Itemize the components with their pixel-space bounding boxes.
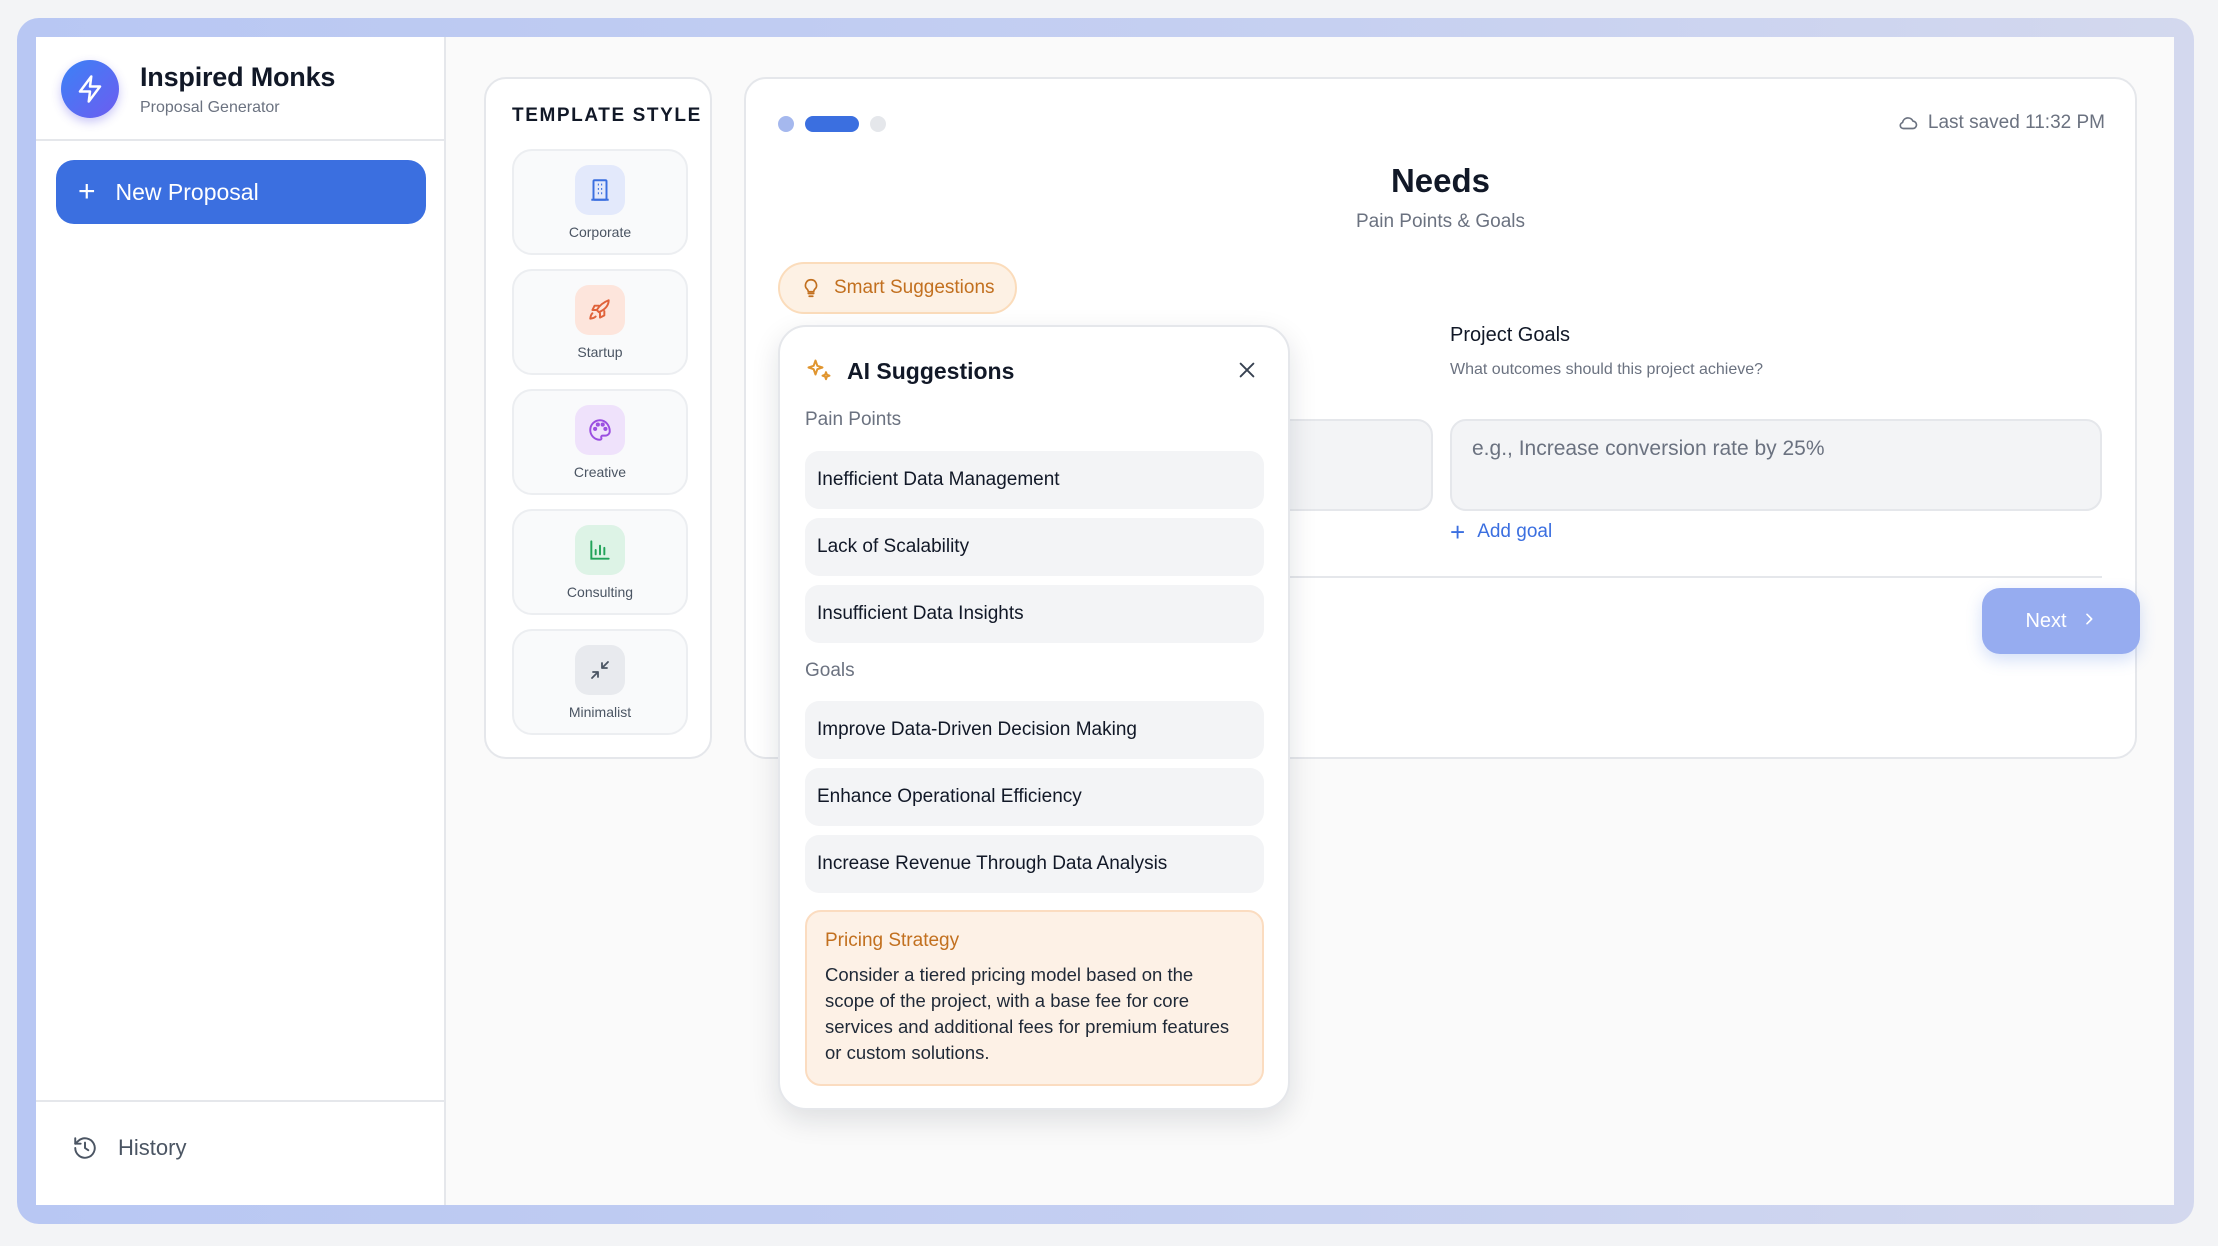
last-saved: Last saved 11:32 PM [1897, 112, 2105, 134]
suggestion-item[interactable]: Increase Revenue Through Data Analysis [805, 835, 1264, 893]
plus-icon: + [1450, 517, 1466, 547]
plus-icon: + [78, 175, 96, 208]
suggestion-item[interactable]: Enhance Operational Efficiency [805, 768, 1264, 826]
add-goal-label: Add goal [1477, 521, 1553, 542]
history-button[interactable]: History [72, 1135, 186, 1161]
rocket-icon [575, 285, 625, 335]
suggestion-item[interactable]: Insufficient Data Insights [805, 585, 1264, 643]
project-goals-help: What outcomes should this project achiev… [1450, 361, 1764, 378]
brand-subtitle: Proposal Generator [140, 98, 280, 116]
template-label: Corporate [568, 224, 632, 240]
project-goals-input[interactable] [1450, 419, 2102, 511]
add-goal-button[interactable]: + Add goal [1450, 519, 1552, 545]
template-corporate[interactable]: Corporate [512, 149, 688, 255]
suggestion-item[interactable]: Lack of Scalability [805, 518, 1264, 576]
step-indicator [778, 116, 886, 132]
smart-suggestions-button[interactable]: Smart Suggestions [778, 262, 1017, 314]
palette-icon [575, 405, 625, 455]
page-title: Needs [1390, 162, 1491, 199]
ai-suggestions-popover: AI Suggestions Pain Points Inefficient D… [778, 325, 1290, 1110]
lightning-icon [61, 60, 119, 118]
pricing-strategy-text: Consider a tiered pricing model based on… [825, 964, 1230, 1063]
chevron-right-icon [2081, 610, 2097, 633]
step-dot-upcoming [870, 116, 886, 132]
pricing-strategy-title: Pricing Strategy [825, 930, 960, 951]
history-label: History [118, 1135, 187, 1160]
brand-title: Inspired Monks [140, 61, 336, 92]
popover-title: AI Suggestions [847, 357, 1015, 384]
template-label: Startup [577, 344, 623, 360]
project-goals-label: Project Goals [1450, 324, 1571, 346]
page-subtitle: Pain Points & Goals [1356, 211, 1525, 232]
suggestion-item[interactable]: Improve Data-Driven Decision Making [805, 701, 1264, 759]
template-label: Consulting [566, 584, 634, 600]
close-icon[interactable] [1236, 359, 1258, 386]
template-style-panel: TEMPLATE STYLE Corporate Startup Creativ… [484, 77, 712, 759]
step-dot-current [805, 116, 859, 132]
next-label: Next [2025, 609, 2067, 632]
smart-suggestions-label: Smart Suggestions [834, 277, 995, 298]
template-label: Creative [573, 464, 627, 480]
template-startup[interactable]: Startup [512, 269, 688, 375]
sparkles-icon [807, 359, 831, 381]
divider [1286, 576, 2102, 578]
goals-heading: Goals [805, 660, 855, 681]
history-icon [74, 1137, 96, 1159]
divider [36, 1100, 444, 1102]
pain-points-input[interactable] [1286, 419, 1433, 511]
cloud-icon [1899, 117, 1918, 130]
lightbulb-icon [804, 278, 818, 298]
building-icon [575, 165, 625, 215]
pricing-strategy-card[interactable]: Pricing Strategy Consider a tiered prici… [805, 910, 1264, 1086]
template-consulting[interactable]: Consulting [512, 509, 688, 615]
app-window: Inspired Monks Proposal Generator + New … [36, 37, 2174, 1205]
divider [36, 139, 444, 141]
new-proposal-button[interactable]: + New Proposal [56, 160, 426, 224]
brand: Inspired Monks Proposal Generator [61, 59, 335, 119]
new-proposal-label: New Proposal [115, 178, 259, 205]
next-button[interactable]: Next [1982, 588, 2140, 654]
last-saved-text: Last saved 11:32 PM [1927, 112, 2105, 133]
sidebar: Inspired Monks Proposal Generator + New … [36, 37, 446, 1205]
popover-header: AI Suggestions [805, 357, 1014, 385]
bar-chart-icon [575, 525, 625, 575]
template-creative[interactable]: Creative [512, 389, 688, 495]
template-label: Minimalist [568, 704, 632, 720]
template-style-heading: TEMPLATE STYLE [512, 105, 702, 126]
suggestion-item[interactable]: Inefficient Data Management [805, 451, 1264, 509]
template-minimalist[interactable]: Minimalist [512, 629, 688, 735]
minimize-icon [575, 645, 625, 695]
step-dot-completed [778, 116, 794, 132]
pain-points-heading: Pain Points [805, 409, 902, 430]
